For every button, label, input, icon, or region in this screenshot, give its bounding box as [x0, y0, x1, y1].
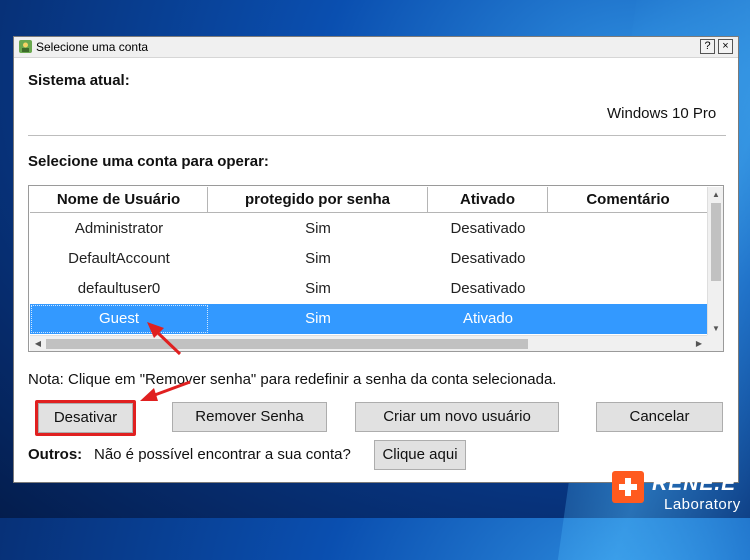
- click-here-button[interactable]: Clique aqui: [374, 440, 466, 470]
- cancel-button[interactable]: Cancelar: [596, 402, 723, 432]
- table-row[interactable]: defaultuser0 Sim Desativado: [30, 274, 707, 304]
- select-account-label: Selecione uma conta para operar:: [28, 153, 269, 170]
- logo-icon: [612, 471, 644, 503]
- cell-comment: [548, 304, 708, 334]
- note-text: Nota: Clique em "Remover senha" para red…: [28, 371, 557, 388]
- cell-comment: [548, 214, 708, 244]
- table-row[interactable]: DefaultAccount Sim Desativado: [30, 244, 707, 274]
- horizontal-scrollbar[interactable]: ◀ ▶: [30, 335, 707, 351]
- vertical-scroll-thumb[interactable]: [711, 203, 721, 281]
- create-user-button[interactable]: Criar um novo usuário: [355, 402, 559, 432]
- cell-enabled: Ativado: [462, 310, 514, 327]
- column-header-comment[interactable]: Comentário: [548, 187, 708, 213]
- vertical-scrollbar[interactable]: ▲ ▼: [707, 187, 723, 337]
- separator: [28, 135, 726, 136]
- app-icon: [19, 40, 32, 53]
- column-header-password-protected[interactable]: protegido por senha: [208, 187, 428, 213]
- cell-password-protected: Sim: [305, 280, 331, 297]
- others-text: Não é possível encontrar a sua conta?: [94, 446, 351, 463]
- table-row-selected[interactable]: Guest Sim Ativado: [30, 304, 707, 334]
- scroll-right-icon[interactable]: ▶: [691, 336, 707, 351]
- renee-logo: RENE.E Laboratory: [612, 471, 750, 518]
- logo-name: RENE.E: [652, 472, 737, 495]
- cell-username: Guest: [98, 310, 140, 327]
- annotation-highlight-box: [35, 400, 136, 436]
- horizontal-scroll-thumb[interactable]: [46, 339, 528, 349]
- column-header-enabled[interactable]: Ativado: [428, 187, 548, 213]
- scrollbar-corner: [707, 335, 723, 351]
- scroll-up-icon[interactable]: ▲: [708, 187, 723, 203]
- cell-comment: [548, 274, 708, 304]
- scroll-left-icon[interactable]: ◀: [30, 336, 46, 351]
- column-header-username[interactable]: Nome de Usuário: [30, 187, 208, 213]
- cell-password-protected: Sim: [305, 310, 331, 327]
- logo-sub: Laboratory: [664, 496, 741, 513]
- others-label: Outros:: [28, 446, 83, 463]
- cell-comment: [548, 244, 708, 274]
- close-button[interactable]: ×: [718, 39, 733, 54]
- remove-password-button[interactable]: Remover Senha: [172, 402, 327, 432]
- account-select-dialog: Selecione uma conta ? × Sistema atual: W…: [13, 36, 739, 483]
- cell-password-protected: Sim: [305, 250, 331, 267]
- cell-password-protected: Sim: [305, 220, 331, 237]
- cell-enabled: Desativado: [450, 250, 526, 267]
- table-row[interactable]: Administrator Sim Desativado: [30, 214, 707, 244]
- current-system-value: Windows 10 Pro: [607, 105, 717, 122]
- cell-username: DefaultAccount: [68, 250, 170, 267]
- cell-username: defaultuser0: [77, 280, 161, 297]
- title-bar: Selecione uma conta ? ×: [14, 37, 738, 58]
- help-button[interactable]: ?: [700, 39, 715, 54]
- window-title: Selecione uma conta: [36, 40, 149, 54]
- accounts-table: Nome de Usuário protegido por senha Ativ…: [28, 185, 724, 352]
- cell-username: Administrator: [74, 220, 164, 237]
- cell-enabled: Desativado: [450, 280, 526, 297]
- cell-enabled: Desativado: [450, 220, 526, 237]
- current-system-label: Sistema atual:: [28, 72, 130, 89]
